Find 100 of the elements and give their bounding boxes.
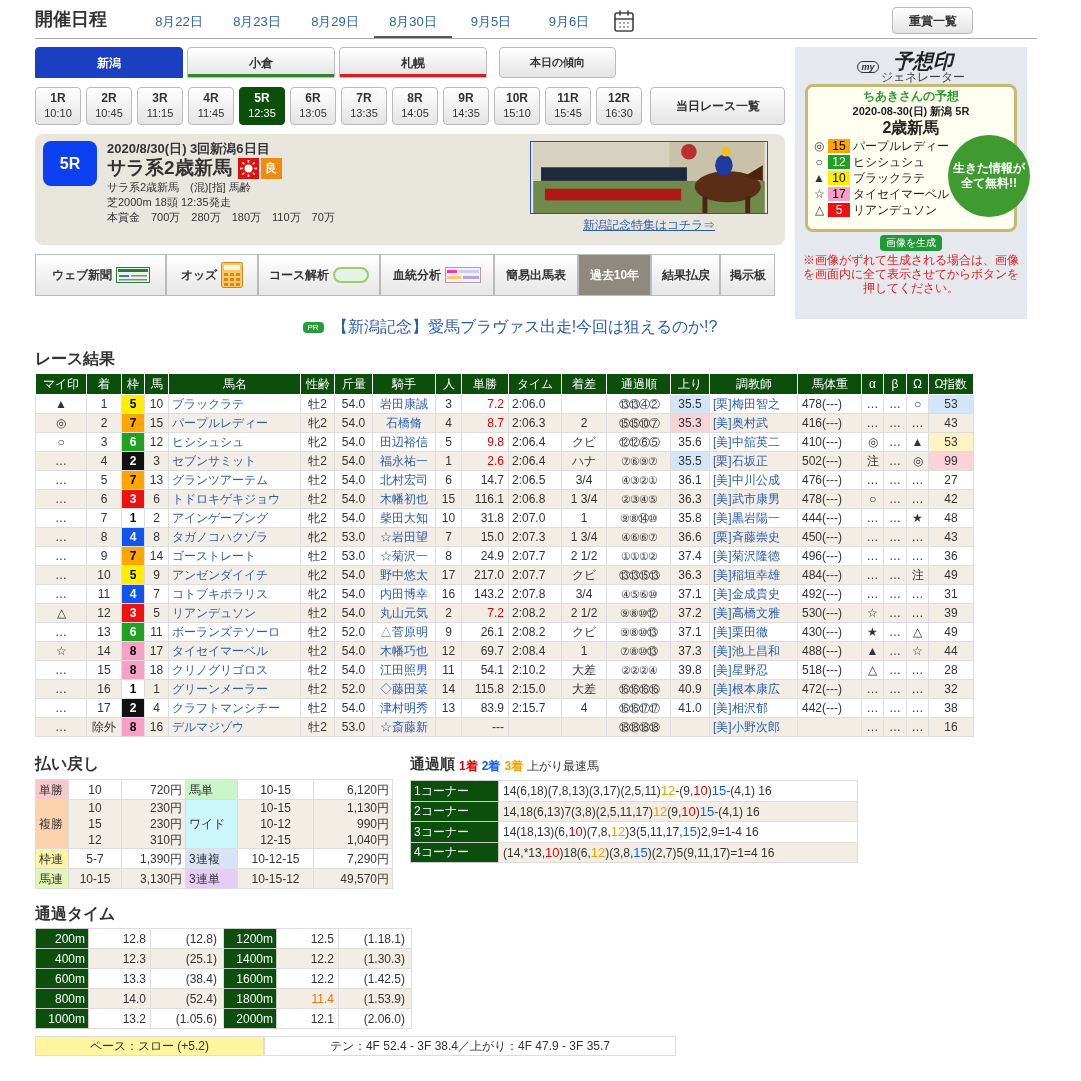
carried-weight: 54.0 xyxy=(334,489,373,509)
race-time: 2:06.8 xyxy=(508,489,562,509)
carried-weight: 54.0 xyxy=(334,565,373,585)
race-list-button[interactable]: 当日レース一覧 xyxy=(650,87,785,125)
body-weight: 416(---) xyxy=(797,413,862,433)
popularity: 5 xyxy=(435,432,462,452)
race-time: 2:15.7 xyxy=(508,698,562,718)
combination: 5-7 xyxy=(85,850,105,867)
notice-text: ※画像がずれて生成される場合は、画像を画面内に全て表示させてからボタンを押してください。 xyxy=(802,253,1020,295)
horse-number: 13 xyxy=(144,470,169,490)
legend-label: 1着 xyxy=(459,758,478,775)
combination: 15 xyxy=(87,816,103,832)
sex-age: 牝2 xyxy=(300,432,335,452)
margin: 大差 xyxy=(561,660,607,680)
margin: 1 3/4 xyxy=(561,527,607,547)
body-weight: 442(---) xyxy=(797,698,862,718)
my-mark: … xyxy=(35,546,87,566)
venue-tab[interactable]: 小倉 xyxy=(187,47,335,78)
race-button[interactable]: 2R 10:45 xyxy=(86,87,132,125)
today-trend-button[interactable]: 本日の傾向 xyxy=(499,47,616,78)
sex-age: 牡2 xyxy=(300,394,335,414)
combination: 10-12 xyxy=(259,816,292,832)
column-header: 馬 xyxy=(144,373,169,395)
column-header: タイム xyxy=(508,373,562,395)
column-header: Ω指数 xyxy=(928,373,974,395)
body-weight: 502(---) xyxy=(797,451,862,471)
payout-amount: 310円 xyxy=(148,832,182,848)
omega-index: 36 xyxy=(928,546,974,566)
sex-age: 牡2 xyxy=(300,717,335,737)
race-button[interactable]: 5R 12:35 xyxy=(239,87,285,125)
race-time: 2:07.8 xyxy=(508,584,562,604)
race-button[interactable]: 4R 11:45 xyxy=(188,87,234,125)
corner-label: 4コーナー xyxy=(410,842,499,863)
race-time: 2:08.2 xyxy=(508,603,562,623)
venue-tab[interactable]: 札幌 xyxy=(339,47,487,78)
date-tab[interactable]: 9月5日 xyxy=(452,11,530,38)
date-tab[interactable]: 8月22日 xyxy=(140,11,218,38)
race-button[interactable]: 9R 14:35 xyxy=(443,87,489,125)
omega-index: 38 xyxy=(928,698,974,718)
graded-races-button[interactable]: 重賞一覧 xyxy=(892,7,973,34)
column-header: 馬名 xyxy=(168,373,301,395)
predictor-name: ちあきさんの予想 xyxy=(863,89,959,104)
calendar-icon[interactable] xyxy=(612,9,636,33)
calculator-icon xyxy=(221,262,243,288)
tool-tab[interactable]: 結果払戻 xyxy=(651,254,720,296)
alpha-mark: … xyxy=(861,470,884,490)
column-header: 馬体重 xyxy=(797,373,862,395)
last-3f-time: 36.6 xyxy=(670,527,710,547)
race-time: 2:06.0 xyxy=(508,394,562,414)
omega-index: 31 xyxy=(928,584,974,604)
venue-tab[interactable]: 新潟 xyxy=(35,47,183,78)
distance-label: 200m xyxy=(35,928,89,949)
finish-position: 7 xyxy=(86,508,122,528)
margin: 1 3/4 xyxy=(561,489,607,509)
corner-order: (14,*13,10)18(6,12)(3,8,15)(2,7)5(9,11,17)=1=4 16 xyxy=(498,842,858,863)
race-button[interactable]: 10R 15:10 xyxy=(494,87,540,125)
margin: 1 xyxy=(561,508,607,528)
promo-link[interactable]: 【新潟記念】愛馬ブラヴァス出走!今回は狙えるのか!? xyxy=(331,315,718,339)
carried-weight: 54.0 xyxy=(334,603,373,623)
omega-index: 32 xyxy=(928,679,974,699)
race-button[interactable]: 8R 14:05 xyxy=(392,87,438,125)
win-odds: 7.2 xyxy=(461,603,509,623)
sex-age: 牝2 xyxy=(300,413,335,433)
date-tab[interactable]: 8月23日 xyxy=(218,11,296,38)
tool-tab[interactable]: 掲示板 xyxy=(720,254,775,296)
omega-mark: … xyxy=(906,679,929,699)
finish-position: 3 xyxy=(86,432,122,452)
date-tab[interactable]: 9月6日 xyxy=(530,11,608,38)
horse-number: 17 xyxy=(144,641,169,661)
omega-index: 48 xyxy=(928,508,974,528)
feature-link[interactable]: 新潟記念特集はコチラ⇒ xyxy=(583,216,715,234)
tool-tab[interactable]: 簡易出馬表 xyxy=(494,254,578,296)
tool-tab[interactable]: 血統分析 xyxy=(380,254,494,296)
race-button[interactable]: 12R 16:30 xyxy=(596,87,642,125)
combination: 10-15 xyxy=(78,870,112,887)
body-weight: 472(---) xyxy=(797,679,862,699)
win-odds: 26.1 xyxy=(461,622,509,642)
date-tab[interactable]: 8月30日 xyxy=(374,11,452,38)
my-mark: … xyxy=(35,508,87,528)
tool-tab[interactable]: オッズ xyxy=(166,254,258,296)
horse-number: 16 xyxy=(144,717,169,737)
corner-order: 14(18,13)(6,10)(7,8,12)3(5,11,17,15)2,9=1-4 16 xyxy=(498,821,858,842)
column-header: 着 xyxy=(86,373,122,395)
carried-weight: 54.0 xyxy=(334,641,373,661)
body-weight: 496(---) xyxy=(797,546,862,566)
tool-tab[interactable]: ウェブ新聞 xyxy=(35,254,166,296)
sex-age: 牡2 xyxy=(300,679,335,699)
date-tab[interactable]: 8月29日 xyxy=(296,11,374,38)
win-odds: 217.0 xyxy=(461,565,509,585)
race-button[interactable]: 7R 13:35 xyxy=(341,87,387,125)
race-button[interactable]: 6R 13:05 xyxy=(290,87,336,125)
race-button[interactable]: 11R 15:45 xyxy=(545,87,591,125)
payout-amount: 990円 xyxy=(355,816,389,832)
finish-position: 2 xyxy=(86,413,122,433)
race-button[interactable]: 1R 10:10 xyxy=(35,87,81,125)
race-button[interactable]: 3R 11:15 xyxy=(137,87,183,125)
last-3f-time: 37.2 xyxy=(670,603,710,623)
tool-tab[interactable]: コース解析 xyxy=(258,254,380,296)
generate-image-button[interactable]: 画像を生成 xyxy=(880,235,942,251)
horse-number: 7 xyxy=(144,584,169,604)
